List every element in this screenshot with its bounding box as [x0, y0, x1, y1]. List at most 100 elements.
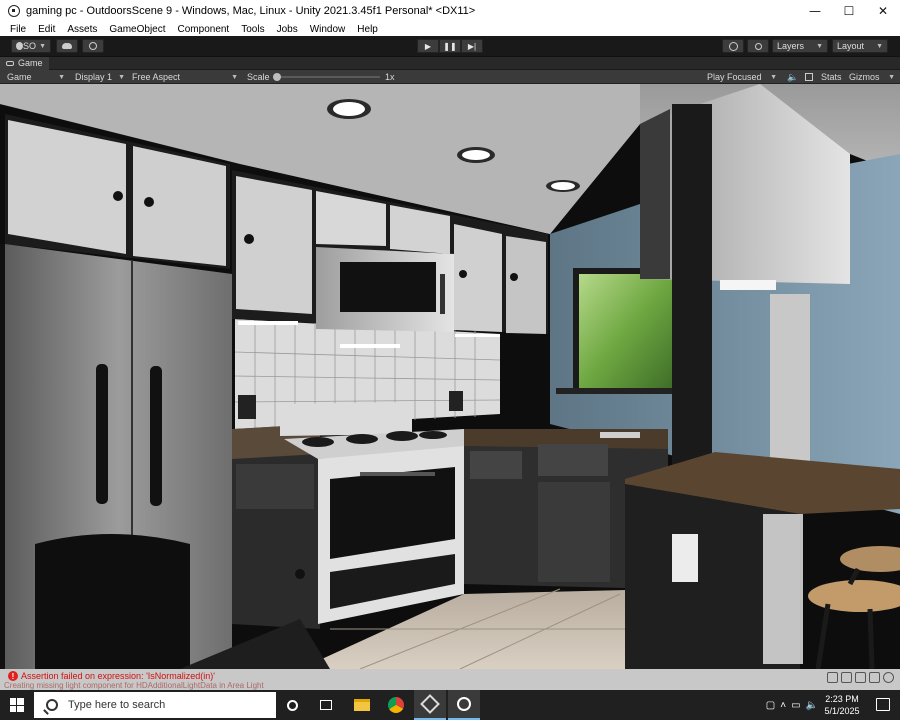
menu-help[interactable]: Help: [357, 24, 378, 35]
game-viewport[interactable]: [0, 84, 900, 669]
upper-cabinet-door-7: [506, 236, 546, 334]
stool-seat-1: [840, 546, 900, 572]
game-tab-bar: Game: [0, 56, 900, 70]
file-explorer-button[interactable]: [346, 690, 378, 720]
volume-icon[interactable]: 🔈: [806, 700, 818, 711]
under-cabinet-light-3: [455, 334, 500, 337]
upper-cabinet-door-3: [236, 176, 312, 314]
menu-tools[interactable]: Tools: [241, 24, 264, 35]
console-error[interactable]: ! Assertion failed on expression: 'IsNor…: [8, 671, 215, 681]
layers-dropdown[interactable]: Layers ▼: [772, 39, 828, 53]
speaker-icon: 🔈: [787, 71, 799, 82]
console-bar[interactable]: ! Assertion failed on expression: 'IsNor…: [0, 669, 900, 690]
stats-toggle-icon-button[interactable]: [802, 70, 816, 84]
clock-time: 2:23 PM: [825, 694, 859, 704]
game-mode-label: Game: [7, 72, 32, 82]
menu-gameobject[interactable]: GameObject: [109, 24, 165, 35]
cloud-button[interactable]: [56, 39, 78, 53]
people-icon[interactable]: ▢: [766, 700, 775, 711]
oven-handle: [360, 472, 435, 476]
collab-icon: [89, 42, 97, 50]
game-mode-dropdown[interactable]: Game ▼: [4, 70, 68, 84]
play-icon: ▶: [424, 41, 432, 51]
stool-seat-2: [808, 580, 900, 612]
scale-label: Scale: [244, 70, 272, 84]
step-button[interactable]: ▶|: [461, 39, 483, 53]
play-button[interactable]: ▶: [417, 39, 439, 53]
menu-bar: File Edit Assets GameObject Component To…: [0, 22, 900, 36]
gizmos-label: Gizmos: [849, 72, 880, 82]
game-view-controls: Game ▼ Display 1 ▼ Free Aspect ▼ Scale 1…: [0, 70, 900, 84]
cloud-icon: [62, 43, 72, 49]
system-tray: ▢ ˄ ▭ 🔈: [766, 690, 818, 720]
faucet: [600, 432, 640, 438]
collab-button[interactable]: [82, 39, 104, 53]
clock-date: 5/1/2025: [824, 706, 860, 716]
menu-file[interactable]: File: [10, 24, 26, 35]
status-icon-1[interactable]: [827, 672, 838, 683]
aspect-dropdown[interactable]: Free Aspect ▼: [129, 70, 241, 84]
scale-slider-track[interactable]: [278, 76, 380, 78]
scale-slider-handle[interactable]: [273, 73, 281, 81]
unity-icon: [8, 5, 20, 17]
search-button[interactable]: [747, 39, 769, 53]
history-button[interactable]: [722, 39, 744, 53]
notification-icon[interactable]: [876, 698, 890, 711]
status-icon-3[interactable]: [855, 672, 866, 683]
task-view-button[interactable]: [310, 690, 342, 720]
search-icon: [754, 42, 762, 50]
mute-audio-button[interactable]: 🔈: [784, 70, 798, 84]
window-titlebar: gaming pc - OutdoorsScene 9 - Windows, M…: [0, 0, 900, 22]
close-button[interactable]: ✕: [866, 0, 900, 22]
play-mode-dropdown[interactable]: Play Focused ▼: [704, 70, 780, 84]
window-view: [579, 274, 672, 388]
display-dropdown[interactable]: Display 1 ▼: [72, 70, 128, 84]
menu-jobs[interactable]: Jobs: [277, 24, 298, 35]
minimize-button[interactable]: —: [798, 0, 832, 22]
tab-game[interactable]: Game: [0, 56, 49, 70]
step-icon: ▶|: [467, 41, 477, 51]
menu-window[interactable]: Window: [310, 24, 346, 35]
play-mode-label: Play Focused: [707, 72, 762, 82]
status-icon-4[interactable]: [869, 672, 880, 683]
maximize-button[interactable]: ☐: [832, 0, 866, 22]
status-icon-2[interactable]: [841, 672, 852, 683]
cortana-button[interactable]: [276, 690, 308, 720]
unity-editor-button[interactable]: [448, 690, 480, 720]
chevron-down-icon: ▼: [231, 73, 238, 81]
error-icon: !: [8, 671, 18, 681]
fridge-handle-left: [96, 364, 108, 504]
gamepad-icon: [6, 60, 14, 66]
taskbar-search-box[interactable]: Type here to search: [34, 692, 276, 718]
layout-dropdown[interactable]: Layout ▼: [832, 39, 888, 53]
start-button[interactable]: [0, 690, 33, 720]
unity-editor-icon: [457, 697, 471, 711]
scale-value-text: 1x: [385, 72, 395, 82]
cabinet-door-right: [538, 482, 610, 582]
window-title: gaming pc - OutdoorsScene 9 - Windows, M…: [26, 5, 476, 17]
stats-button[interactable]: Stats: [818, 70, 846, 84]
account-dropdown[interactable]: SO ▼: [11, 39, 51, 53]
left-edge: [0, 244, 5, 669]
pause-button[interactable]: ❚❚: [439, 39, 461, 53]
taskbar-clock[interactable]: 2:23 PM 5/1/2025: [822, 693, 862, 717]
status-icon-5[interactable]: [883, 672, 894, 683]
island-light-spill: [763, 514, 803, 664]
chrome-button[interactable]: [380, 690, 412, 720]
outlet-right: [449, 391, 463, 411]
grid-icon: [805, 73, 813, 81]
pause-icon: ❚❚: [443, 41, 457, 51]
stove-backguard: [280, 402, 412, 436]
island-outlet: [672, 534, 698, 582]
menu-edit[interactable]: Edit: [38, 24, 55, 35]
gizmos-dropdown[interactable]: Gizmos ▼: [846, 70, 898, 84]
network-icon[interactable]: ▭: [791, 700, 800, 711]
unity-hub-button[interactable]: [414, 690, 446, 720]
kitchen-scene: [0, 84, 900, 669]
menu-assets[interactable]: Assets: [67, 24, 97, 35]
menu-component[interactable]: Component: [178, 24, 230, 35]
chevron-up-icon[interactable]: ˄: [780, 700, 786, 711]
stats-label: Stats: [821, 72, 842, 82]
ceiling-light-1-glow: [333, 102, 365, 116]
play-controls: ▶ ❚❚ ▶|: [417, 39, 483, 53]
